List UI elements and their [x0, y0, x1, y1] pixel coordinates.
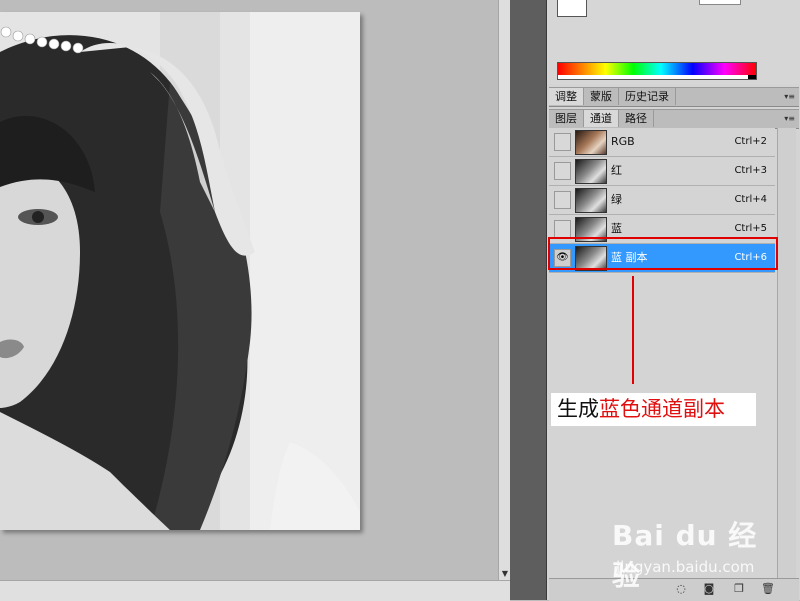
annotation-highlight: 蓝色通道副本 [599, 397, 725, 421]
channel-name: 红 [611, 164, 622, 177]
visibility-toggle[interactable] [554, 162, 571, 180]
baidu-watermark: Bai du 经验 jingyan.baidu.com [612, 514, 782, 592]
annotation-label: 生成蓝色通道副本 [551, 393, 756, 426]
watermark-url: jingyan.baidu.com [616, 558, 755, 576]
tab-paths[interactable]: 路径 [619, 110, 654, 127]
visibility-toggle[interactable] [554, 220, 571, 238]
photo-illustration [0, 12, 360, 530]
channel-thumbnail [575, 188, 607, 213]
layers-tabbar: 图层 通道 路径 ▾≡ [549, 109, 799, 129]
watermark-logo: Bai du 经验 [612, 519, 758, 592]
visibility-toggle[interactable] [554, 191, 571, 209]
channel-row-red[interactable]: 红 Ctrl+3 [549, 157, 775, 186]
grayscale-photo [0, 12, 360, 530]
visibility-toggle[interactable] [554, 133, 571, 151]
selection-highlight-box [548, 237, 778, 270]
channel-shortcut: Ctrl+2 [734, 136, 767, 147]
tab-masks[interactable]: 蒙版 [584, 88, 619, 105]
color-panel [547, 0, 800, 84]
foreground-color-swatch[interactable] [557, 0, 587, 17]
tab-layers[interactable]: 图层 [549, 110, 584, 127]
document-canvas[interactable] [0, 0, 498, 580]
canvas-horizontal-scrollbar[interactable] [0, 580, 510, 601]
channel-row-green[interactable]: 绿 Ctrl+4 [549, 186, 775, 215]
panel-dock: 调整 蒙版 历史记录 ▾≡ 图层 通道 路径 ▾≡ RGB Ctrl+2 红 C… [546, 0, 800, 601]
channels-panel-scrollbar[interactable] [777, 128, 796, 578]
channel-shortcut: Ctrl+3 [734, 165, 767, 176]
tab-channels[interactable]: 通道 [584, 110, 619, 127]
adjustments-tabbar: 调整 蒙版 历史记录 ▾≡ [549, 87, 799, 107]
channel-thumbnail [575, 159, 607, 184]
color-spectrum-bar[interactable] [557, 62, 757, 80]
tab-history[interactable]: 历史记录 [619, 88, 676, 105]
channel-thumbnail [575, 130, 607, 155]
panel-menu-icon[interactable]: ▾≡ [784, 110, 795, 127]
annotation-prefix: 生成 [557, 397, 599, 421]
channel-row-rgb[interactable]: RGB Ctrl+2 [549, 128, 775, 157]
color-preview-swatch[interactable] [699, 0, 741, 5]
panel-divider [510, 0, 546, 600]
tab-adjustments[interactable]: 调整 [549, 88, 584, 105]
annotation-pointer-line [632, 276, 634, 384]
channel-name: RGB [611, 135, 635, 148]
panel-menu-icon[interactable]: ▾≡ [784, 88, 795, 105]
channel-name: 绿 [611, 193, 622, 206]
channel-shortcut: Ctrl+4 [734, 194, 767, 205]
